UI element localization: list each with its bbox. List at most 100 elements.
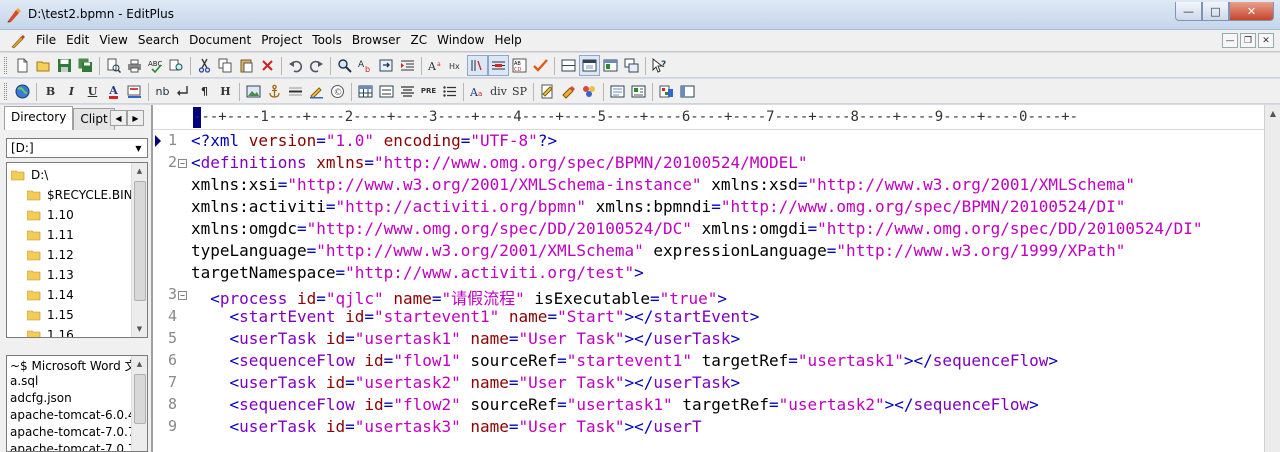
- code-line[interactable]: xmlns:xsi="http://www.w3.org/2001/XMLSch…: [153, 175, 1265, 197]
- menu-file[interactable]: File: [36, 33, 56, 47]
- code-line[interactable]: targetNamespace="http://www.activiti.org…: [153, 263, 1265, 285]
- document-pen-icon[interactable]: [10, 33, 26, 49]
- div-button[interactable]: div: [488, 81, 509, 102]
- pre-button[interactable]: PRE: [418, 81, 439, 102]
- font-tag-button[interactable]: Aa: [467, 81, 488, 102]
- tree-item[interactable]: 1.11: [27, 225, 74, 245]
- code-line[interactable]: 2− <definitions xmlns="http://www.omg.org…: [153, 153, 1265, 175]
- comment-button[interactable]: [306, 81, 327, 102]
- css-button[interactable]: [558, 81, 579, 102]
- check-button[interactable]: [530, 55, 551, 76]
- image-button[interactable]: [243, 81, 264, 102]
- tab-scroll-left-button[interactable]: ◀: [110, 110, 127, 126]
- tree-item[interactable]: $RECYCLE.BIN: [27, 185, 133, 205]
- color-picker-button[interactable]: [656, 81, 677, 102]
- tree-item[interactable]: 1.13: [27, 265, 74, 285]
- menu-search[interactable]: Search: [138, 33, 179, 47]
- file-item[interactable]: apache-tomcat-7.0.7: [10, 425, 136, 443]
- code-line[interactable]: typeLanguage="http://www.w3.org/2001/XML…: [153, 241, 1265, 263]
- undo-button[interactable]: [285, 55, 306, 76]
- code-line[interactable]: xmlns:omgdc="http://www.omg.org/spec/DD/…: [153, 219, 1265, 241]
- fold-toggle-icon[interactable]: −: [178, 159, 187, 168]
- highlight-button[interactable]: [124, 81, 145, 102]
- tree-item[interactable]: 1.15: [27, 305, 74, 325]
- list-button[interactable]: [439, 81, 460, 102]
- tab-cliptext[interactable]: Clipt: [73, 108, 115, 130]
- file-item[interactable]: ~$ Microsoft Word 文: [10, 357, 137, 375]
- file-list-scrollbar[interactable]: ▲: [131, 356, 147, 451]
- redo-button[interactable]: [306, 55, 327, 76]
- menu-project[interactable]: Project: [261, 33, 302, 47]
- span-button[interactable]: SP: [509, 81, 530, 102]
- print-preview-button[interactable]: [103, 55, 124, 76]
- file-item[interactable]: a.sql: [10, 374, 38, 392]
- dropdown-button[interactable]: ▼: [130, 139, 147, 157]
- new-file-button[interactable]: [12, 55, 33, 76]
- scroll-up-button[interactable]: ▲: [132, 163, 147, 179]
- html-toolbar-button[interactable]: [537, 81, 558, 102]
- save-all-button[interactable]: [75, 55, 96, 76]
- menu-view[interactable]: View: [99, 33, 127, 47]
- paste-button[interactable]: [236, 55, 257, 76]
- toolbar-grip[interactable]: [4, 83, 7, 100]
- save-button[interactable]: [54, 55, 75, 76]
- fullscreen-button[interactable]: [579, 55, 600, 76]
- cut-button[interactable]: [194, 55, 215, 76]
- open-file-button[interactable]: [33, 55, 54, 76]
- anchor-button[interactable]: [264, 81, 285, 102]
- indent-button[interactable]: [397, 55, 418, 76]
- find-in-files-button[interactable]: [166, 55, 187, 76]
- code-line[interactable]: xmlns:activiti="http://activiti.org/bpmn…: [153, 197, 1265, 219]
- browser-button[interactable]: [677, 81, 698, 102]
- menu-browser[interactable]: Browser: [352, 33, 401, 47]
- tree-item[interactable]: 1.12: [27, 245, 74, 265]
- special-char-button[interactable]: ©: [327, 81, 348, 102]
- screen-split-button[interactable]: [558, 55, 579, 76]
- file-item[interactable]: adcfg.json: [10, 391, 72, 409]
- maximize-button[interactable]: □: [1202, 2, 1229, 21]
- find-button[interactable]: [334, 55, 355, 76]
- file-item[interactable]: apache-tomcat-7.0.7: [10, 442, 136, 451]
- minimize-button[interactable]: —: [1175, 2, 1202, 21]
- goto-button[interactable]: [376, 55, 397, 76]
- menu-document[interactable]: Document: [189, 33, 251, 47]
- hex-button[interactable]: Hx: [446, 55, 467, 76]
- editor-scrollbar[interactable]: ▲: [1264, 105, 1280, 452]
- font-color-button[interactable]: A: [103, 81, 124, 102]
- menu-edit[interactable]: Edit: [66, 33, 89, 47]
- browser-preview-button[interactable]: [12, 81, 33, 102]
- menu-tools[interactable]: Tools: [312, 33, 342, 47]
- word-wrap-button[interactable]: [467, 55, 488, 76]
- tab-directory[interactable]: Directory: [4, 106, 74, 130]
- replace-button[interactable]: Ab: [355, 55, 376, 76]
- script-button[interactable]: [579, 81, 600, 102]
- tree-item[interactable]: 1.14: [27, 285, 74, 305]
- code-line[interactable]: 4 <startEvent id="startevent1" name="Sta…: [153, 307, 1265, 329]
- code-line[interactable]: 9 <userTask id="usertask3" name="User Ta…: [153, 417, 1265, 439]
- title-bar[interactable]: D:\test2.bpmn - EditPlus — □ ✕: [0, 0, 1280, 30]
- spell-check-button[interactable]: ABC: [145, 55, 166, 76]
- fold-toggle-icon[interactable]: −: [178, 291, 187, 300]
- file-item[interactable]: apache-tomcat-6.0.4: [10, 408, 136, 426]
- form-button[interactable]: [376, 81, 397, 102]
- code-line[interactable]: 3− <process id="qjlc" name="请假流程" isExec…: [153, 285, 1265, 308]
- underline-button[interactable]: U: [82, 81, 103, 102]
- nbsp-button[interactable]: nb: [152, 81, 173, 102]
- scroll-up-button[interactable]: ▲: [1265, 105, 1280, 121]
- doc-restore-button[interactable]: ❐: [1240, 33, 1256, 48]
- italic-button[interactable]: I: [61, 81, 82, 102]
- code-line[interactable]: 1 <?xml version="1.0" encoding="UTF-8"?>: [153, 131, 1265, 153]
- column-select-button[interactable]: AB CD: [509, 55, 530, 76]
- br-button[interactable]: [173, 81, 194, 102]
- bold-button[interactable]: B: [40, 81, 61, 102]
- scroll-thumb[interactable]: [134, 374, 146, 424]
- tab-scroll-right-button[interactable]: ▶: [127, 110, 144, 126]
- center-button[interactable]: [397, 81, 418, 102]
- tree-item[interactable]: 1.16: [27, 325, 74, 337]
- code-area[interactable]: 1 <?xml version="1.0" encoding="UTF-8"?> 2…: [153, 131, 1265, 452]
- scroll-up-button[interactable]: ▲: [132, 356, 147, 372]
- window-button[interactable]: [600, 55, 621, 76]
- close-button[interactable]: ✕: [1229, 2, 1274, 21]
- copy-button[interactable]: [215, 55, 236, 76]
- scroll-thumb[interactable]: [134, 181, 146, 301]
